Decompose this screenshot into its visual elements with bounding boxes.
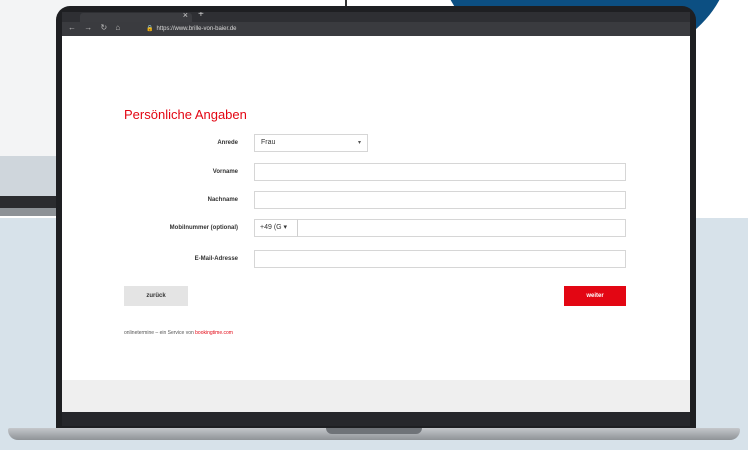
last-name-input[interactable] xyxy=(254,191,626,209)
salutation-select[interactable]: Frau ▾ xyxy=(254,134,368,152)
lock-icon: 🔒 xyxy=(146,26,154,32)
country-code-select[interactable]: +49 (G ▾ xyxy=(254,219,298,237)
label-anrede: Anrede xyxy=(217,140,238,146)
label-vorname: Vorname xyxy=(212,169,238,175)
browser-tab-bar: × + xyxy=(62,12,690,22)
browser-toolbar: ← → ↻ ⌂ 🔒 https://www.brille-von-baier.de xyxy=(62,22,690,36)
credit-text: onlinetermine – ein Service von xyxy=(124,330,196,336)
footer-credit: onlinetermine – ein Service von bookingt… xyxy=(124,330,233,336)
page-footer-strip xyxy=(62,380,690,412)
laptop-notch xyxy=(326,428,422,434)
label-nachname: Nachname xyxy=(207,197,238,203)
label-email: E-Mail-Adresse xyxy=(194,256,238,262)
back-button[interactable]: zurück xyxy=(124,286,188,306)
tab-close-icon[interactable]: × xyxy=(183,12,188,20)
new-tab-icon[interactable]: + xyxy=(198,12,204,20)
first-name-input[interactable] xyxy=(254,163,626,181)
navigation-icons[interactable]: ← → ↻ ⌂ xyxy=(68,23,123,32)
email-input[interactable] xyxy=(254,250,626,268)
page-title: Persönliche Angaben xyxy=(124,107,247,122)
background-laptop-base xyxy=(0,208,62,216)
laptop-screen: × + ← → ↻ ⌂ 🔒 https://www.brille-von-baie… xyxy=(62,12,690,426)
web-page: Persönliche Angaben Anrede Frau ▾ Vornam… xyxy=(62,36,690,380)
url-text: https://www.brille-von-baier.de xyxy=(156,26,237,32)
address-bar[interactable]: 🔒 https://www.brille-von-baier.de xyxy=(146,24,446,34)
screen-bottom-bezel xyxy=(62,412,690,426)
browser-tab[interactable]: × xyxy=(80,12,192,22)
next-button[interactable]: weiter xyxy=(564,286,626,306)
chevron-down-icon: ▾ xyxy=(357,140,361,146)
mobile-number-input[interactable] xyxy=(298,219,626,237)
salutation-value: Frau xyxy=(261,139,276,146)
label-mobile: Mobilnummer (optional) xyxy=(169,225,238,231)
booking-link[interactable]: bookingtime.com xyxy=(195,330,233,336)
